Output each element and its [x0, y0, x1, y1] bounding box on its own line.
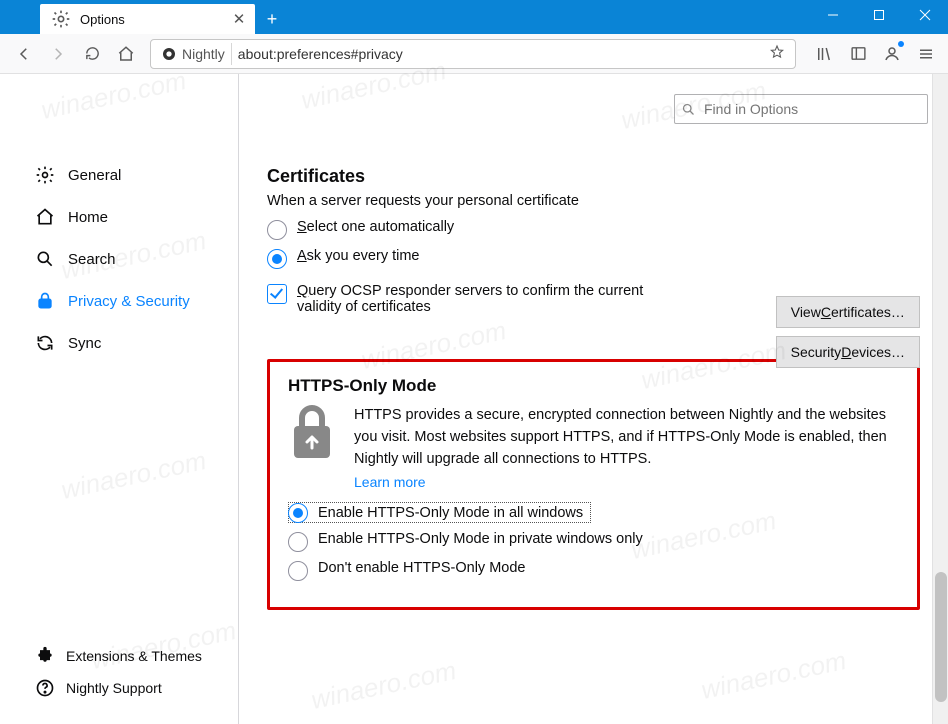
tab-close-button[interactable]: ✕ — [231, 11, 247, 27]
radio-unchecked-icon[interactable] — [267, 220, 287, 240]
sidebar-item-search[interactable]: Search — [34, 238, 222, 280]
https-learn-more-link[interactable]: Learn more — [354, 474, 426, 490]
browser-toolbar: Nightly about:preferences#privacy — [0, 34, 948, 74]
preferences-content: General Home Search Privacy & Security — [0, 74, 948, 724]
radio-label: Select one automatically — [297, 219, 454, 235]
sidebar-item-home[interactable]: Home — [34, 196, 222, 238]
find-in-options-search[interactable] — [674, 94, 928, 124]
checkbox-label: Query OCSP responder servers to confirm … — [297, 283, 687, 315]
security-devices-button[interactable]: Security Devices… — [776, 336, 920, 368]
https-only-mode-section: HTTPS-Only Mode HTTPS provides a secure,… — [267, 359, 920, 610]
brand-label: Nightly — [182, 46, 225, 62]
radio-unchecked-icon[interactable] — [288, 532, 308, 552]
right-toolbar — [808, 39, 942, 69]
sidebar-item-extensions[interactable]: Extensions & Themes — [34, 640, 222, 672]
search-icon — [34, 248, 56, 270]
bookmark-star-icon[interactable] — [769, 44, 791, 63]
window-close-button[interactable] — [902, 0, 948, 30]
cert-radio-select-auto[interactable]: Select one automatically — [267, 219, 920, 240]
window-maximize-button[interactable] — [856, 0, 902, 30]
gear-icon — [50, 8, 72, 30]
sidebar-item-label: Privacy & Security — [68, 293, 190, 310]
https-only-description: HTTPS provides a secure, encrypted conne… — [354, 404, 899, 470]
certificates-subtext: When a server requests your personal cer… — [267, 193, 920, 209]
sidebar-item-label: Search — [68, 251, 116, 268]
sidebar-item-sync[interactable]: Sync — [34, 322, 222, 364]
https-radio-all-windows[interactable]: Enable HTTPS-Only Mode in all windows — [288, 502, 591, 523]
https-radio-private-only[interactable]: Enable HTTPS-Only Mode in private window… — [288, 531, 899, 552]
url-text: about:preferences#privacy — [238, 46, 763, 62]
radio-checked-icon[interactable] — [288, 503, 308, 523]
app-menu-button[interactable] — [910, 39, 942, 69]
notification-dot-icon — [898, 41, 904, 47]
cert-checkbox-ocsp[interactable]: Query OCSP responder servers to confirm … — [267, 283, 687, 315]
preferences-sidebar: General Home Search Privacy & Security — [0, 74, 239, 724]
tab-title: Options — [80, 12, 125, 27]
url-bar[interactable]: Nightly about:preferences#privacy — [150, 39, 796, 69]
gear-icon — [34, 164, 56, 186]
browser-tab[interactable]: Options ✕ — [40, 4, 255, 34]
certificates-buttons: View Certificates… Security Devices… — [776, 296, 920, 368]
sidebar-item-privacy-security[interactable]: Privacy & Security — [34, 280, 222, 322]
help-icon — [34, 677, 56, 699]
sidebar-item-label: Nightly Support — [66, 680, 162, 696]
account-button[interactable] — [876, 39, 908, 69]
vertical-scrollbar[interactable] — [932, 74, 948, 724]
search-icon — [681, 102, 696, 117]
scrollbar-thumb[interactable] — [935, 572, 947, 702]
window-titlebar: Options ✕ + — [0, 0, 948, 34]
nav-forward-button[interactable] — [42, 39, 74, 69]
window-controls — [810, 0, 948, 34]
brand-chip: Nightly — [155, 43, 232, 65]
radio-checked-icon[interactable] — [267, 249, 287, 269]
cert-radio-ask-every-time[interactable]: Ask you every time — [267, 248, 920, 269]
sidebar-item-label: Sync — [68, 335, 101, 352]
nav-reload-button[interactable] — [76, 39, 108, 69]
radio-label: Enable HTTPS-Only Mode in all windows — [318, 505, 583, 521]
sidebar-item-general[interactable]: General — [34, 154, 222, 196]
nav-home-button[interactable] — [110, 39, 142, 69]
sync-icon — [34, 332, 56, 354]
nav-back-button[interactable] — [8, 39, 40, 69]
sidebar-item-label: Extensions & Themes — [66, 648, 202, 664]
radio-label: Enable HTTPS-Only Mode in private window… — [318, 531, 643, 547]
sidebar-toggle-button[interactable] — [842, 39, 874, 69]
home-icon — [34, 206, 56, 228]
view-certificates-button[interactable]: View Certificates… — [776, 296, 920, 328]
library-button[interactable] — [808, 39, 840, 69]
new-tab-button[interactable]: + — [257, 4, 287, 34]
window-minimize-button[interactable] — [810, 0, 856, 30]
search-input[interactable] — [702, 100, 921, 118]
puzzle-icon — [34, 645, 56, 667]
sidebar-item-support[interactable]: Nightly Support — [34, 672, 222, 704]
https-only-heading: HTTPS-Only Mode — [288, 376, 899, 396]
sidebar-item-label: Home — [68, 209, 108, 226]
preferences-main-pane: Certificates When a server requests your… — [239, 74, 948, 724]
https-radio-disable[interactable]: Don't enable HTTPS-Only Mode — [288, 560, 899, 581]
radio-label: Ask you every time — [297, 248, 420, 264]
checkbox-checked-icon[interactable] — [267, 284, 287, 304]
radio-unchecked-icon[interactable] — [288, 561, 308, 581]
lock-icon — [34, 290, 56, 312]
sidebar-item-label: General — [68, 167, 121, 184]
radio-label: Don't enable HTTPS-Only Mode — [318, 560, 525, 576]
https-lock-icon — [288, 404, 336, 462]
certificates-heading: Certificates — [267, 166, 920, 187]
